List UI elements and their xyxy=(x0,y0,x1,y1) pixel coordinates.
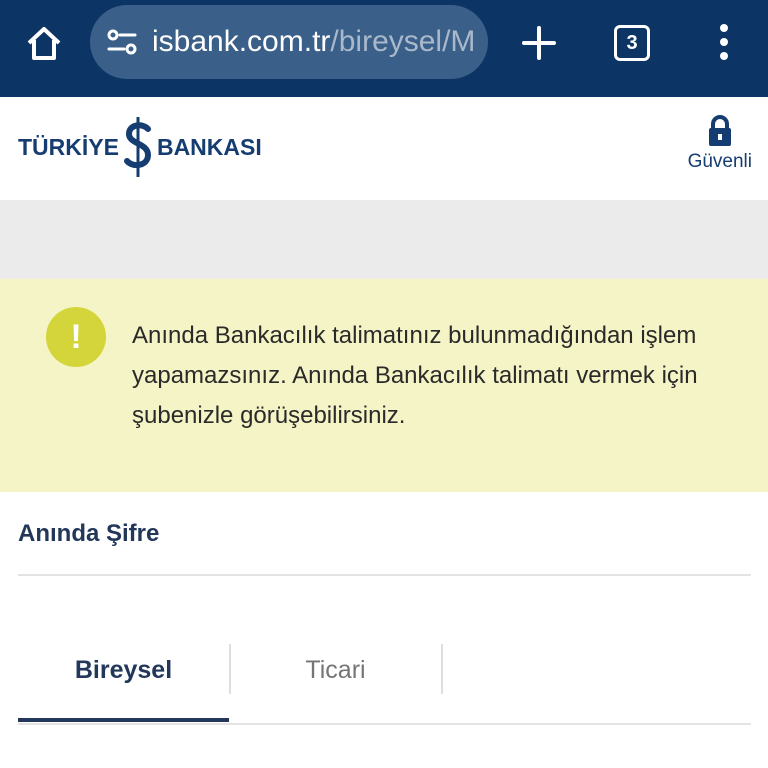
tab-baseline xyxy=(18,723,751,725)
site-header: TÜRKİYE BANKASI Güvenli xyxy=(0,97,768,200)
tab-bireysel[interactable]: Bireysel xyxy=(18,620,229,720)
tab-count: 3 xyxy=(626,31,638,54)
active-tab-indicator xyxy=(18,718,229,722)
browser-toolbar: isbank.com.tr/bireysel/M 3 xyxy=(0,0,768,97)
warning-message: Anında Bankacılık talimatınız bulunmadığ… xyxy=(132,322,698,429)
address-bar[interactable]: isbank.com.tr/bireysel/M xyxy=(90,5,488,79)
more-vert-icon[interactable] xyxy=(712,22,736,62)
url-path: /bireysel/M xyxy=(330,25,476,58)
logo-text-right: BANKASI xyxy=(156,133,262,160)
divider xyxy=(18,574,751,576)
bank-logo[interactable]: TÜRKİYE BANKASI xyxy=(18,115,262,179)
url-text: isbank.com.tr/bireysel/M xyxy=(152,27,475,57)
lock-icon xyxy=(708,115,731,146)
plus-icon xyxy=(522,26,556,60)
secure-label: Güvenli xyxy=(687,151,752,172)
bank-logo-mark-icon xyxy=(123,117,151,177)
url-host: isbank.com.tr xyxy=(152,25,331,58)
home-button[interactable] xyxy=(22,22,66,66)
exclamation-icon: ! xyxy=(46,307,106,367)
gray-spacer xyxy=(0,200,768,279)
section-title: Anında Şifre xyxy=(18,520,160,547)
home-icon xyxy=(27,27,61,60)
tabs-button[interactable]: 3 xyxy=(614,25,650,61)
new-tab-button[interactable] xyxy=(516,20,562,66)
customer-type-tabs: Bireysel Ticari xyxy=(18,620,751,725)
tab-ticari[interactable]: Ticari xyxy=(230,620,441,720)
tab-separator xyxy=(441,644,443,694)
site-settings-icon[interactable] xyxy=(106,26,138,58)
secure-indicator: Güvenli xyxy=(688,115,752,173)
logo-text-left: TÜRKİYE xyxy=(18,133,119,160)
